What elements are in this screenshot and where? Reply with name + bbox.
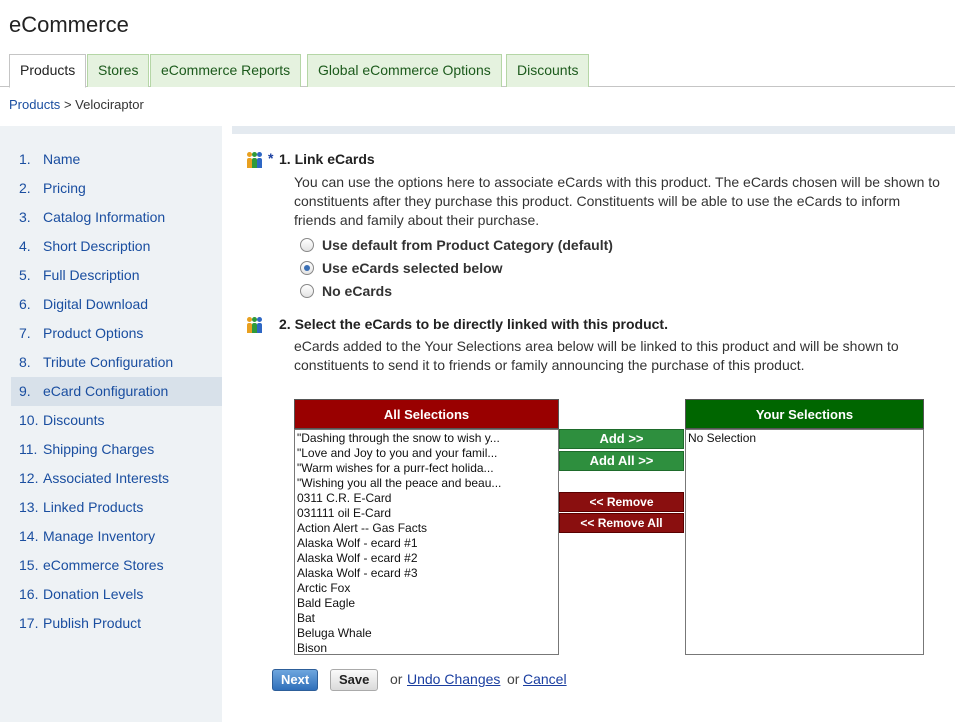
- sidebar-item-tribute-configuration[interactable]: 8. Tribute Configuration: [11, 348, 222, 377]
- sidebar-item-ecommerce-stores[interactable]: 15. eCommerce Stores: [11, 551, 222, 580]
- sidebar-item-pricing[interactable]: 2. Pricing: [11, 174, 222, 203]
- radio-button[interactable]: [300, 238, 314, 252]
- list-item[interactable]: "Dashing through the snow to wish y...: [295, 431, 558, 446]
- people-icon: [247, 152, 263, 168]
- save-button[interactable]: Save: [330, 669, 379, 691]
- sidebar-item-digital-download[interactable]: 6. Digital Download: [11, 290, 222, 319]
- list-item[interactable]: Arctic Fox: [295, 581, 558, 596]
- breadcrumb-products-link[interactable]: Products: [9, 97, 60, 112]
- all-selections-header: All Selections: [294, 399, 559, 429]
- list-item[interactable]: Alaska Wolf - ecard #3: [295, 566, 558, 581]
- step2-title: 2. Select the eCards to be directly link…: [279, 316, 668, 332]
- list-item[interactable]: Beluga Whale: [295, 626, 558, 641]
- sidebar-step-list: 1. Name 2. Pricing 3. Catalog Information 4…: [11, 145, 222, 638]
- sidebar-item-discounts[interactable]: 10. Discounts: [11, 406, 222, 435]
- tab-global-ecommerce-options[interactable]: Global eCommerce Options: [307, 54, 502, 87]
- radio-button[interactable]: [300, 284, 314, 298]
- remove-all-button[interactable]: << Remove All: [559, 513, 684, 533]
- breadcrumb-separator: >: [63, 97, 72, 112]
- sidebar-item-short-description[interactable]: 4. Short Description: [11, 232, 222, 261]
- sidebar-item-associated-interests[interactable]: 12. Associated Interests: [11, 464, 222, 493]
- next-button[interactable]: Next: [272, 669, 319, 691]
- list-item[interactable]: 0311 C.R. E-Card: [295, 491, 558, 506]
- your-selections-header: Your Selections: [685, 399, 924, 429]
- list-item[interactable]: Bald Eagle: [295, 596, 558, 611]
- list-item[interactable]: "Wishing you all the peace and beau...: [295, 476, 558, 491]
- list-item[interactable]: "Warm wishes for a purr-fect holida...: [295, 461, 558, 476]
- add-all-button[interactable]: Add All >>: [559, 451, 684, 471]
- list-item[interactable]: "Love and Joy to you and your famil...: [295, 446, 558, 461]
- sidebar-item-ecard-configuration[interactable]: 9. eCard Configuration: [11, 377, 222, 406]
- list-item[interactable]: No Selection: [686, 431, 923, 446]
- sidebar-item-catalog-information[interactable]: 3. Catalog Information: [11, 203, 222, 232]
- sidebar-item-linked-products[interactable]: 13. Linked Products: [11, 493, 222, 522]
- sidebar-item-name[interactable]: 1. Name: [11, 145, 222, 174]
- tab-bar: Products Stores eCommerce Reports Global…: [0, 54, 955, 88]
- list-item[interactable]: Alaska Wolf - ecard #2: [295, 551, 558, 566]
- app-title: eCommerce: [9, 12, 129, 37]
- your-selections-listbox[interactable]: No Selection: [685, 429, 924, 655]
- step2-description: eCards added to the Your Selections area…: [294, 338, 899, 373]
- add-button[interactable]: Add >>: [559, 429, 684, 449]
- tab-stores[interactable]: Stores: [87, 54, 150, 87]
- all-selections-listbox[interactable]: "Dashing through the snow to wish y... "…: [294, 429, 559, 655]
- list-item[interactable]: Alaska Wolf - ecard #1: [295, 536, 558, 551]
- breadcrumb-current: Velociraptor: [75, 97, 144, 112]
- sidebar-item-shipping-charges[interactable]: 11. Shipping Charges: [11, 435, 222, 464]
- or-text: or: [390, 671, 403, 687]
- sidebar-item-manage-inventory[interactable]: 14. Manage Inventory: [11, 522, 222, 551]
- people-icon: [247, 317, 263, 333]
- sidebar-item-full-description[interactable]: 5. Full Description: [11, 261, 222, 290]
- required-marker: *: [268, 150, 274, 166]
- step1-title: 1. Link eCards: [279, 151, 375, 167]
- radio-button-checked[interactable]: [300, 261, 314, 275]
- list-item[interactable]: Bison: [295, 641, 558, 654]
- sidebar-item-publish-product[interactable]: 17. Publish Product: [11, 609, 222, 638]
- breadcrumb: Products > Velociraptor: [9, 97, 144, 112]
- list-item[interactable]: Bat: [295, 611, 558, 626]
- tab-discounts[interactable]: Discounts: [506, 54, 590, 87]
- list-item[interactable]: 031111 oil E-Card: [295, 506, 558, 521]
- sidebar-item-donation-levels[interactable]: 16. Donation Levels: [11, 580, 222, 609]
- step1-description: You can use the options here to associat…: [294, 174, 940, 228]
- remove-button[interactable]: << Remove: [559, 492, 684, 512]
- tab-products[interactable]: Products: [9, 54, 87, 88]
- or-text: or: [507, 671, 520, 687]
- undo-changes-link[interactable]: Undo Changes: [407, 671, 500, 687]
- list-item[interactable]: Action Alert -- Gas Facts: [295, 521, 558, 536]
- cancel-link[interactable]: Cancel: [523, 671, 567, 687]
- sidebar-item-product-options[interactable]: 7. Product Options: [11, 319, 222, 348]
- tab-ecommerce-reports[interactable]: eCommerce Reports: [150, 54, 302, 87]
